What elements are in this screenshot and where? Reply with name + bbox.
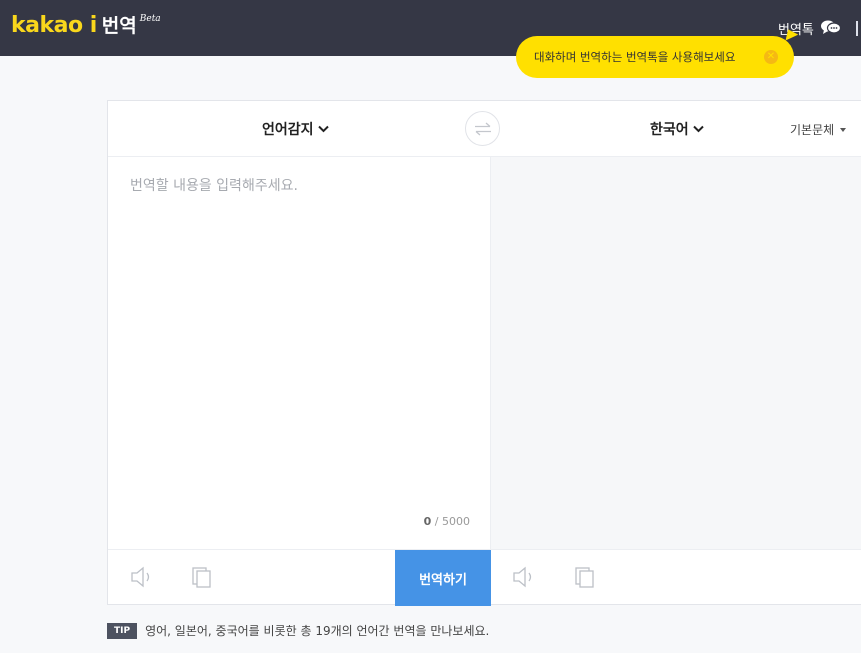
logo-beta: Beta	[139, 14, 161, 24]
logo-service-name: 번역	[101, 15, 137, 37]
target-language-label: 한국어	[650, 122, 689, 138]
chevron-down-icon	[692, 125, 704, 133]
source-pane: 0 / 5000	[108, 157, 490, 549]
logo-kakao: kakao i	[11, 13, 97, 38]
target-language-select[interactable]: 한국어	[650, 119, 704, 139]
swap-languages-button[interactable]	[465, 111, 500, 146]
translate-button[interactable]: 번역하기	[395, 550, 491, 606]
chevron-down-icon	[317, 125, 329, 133]
tip-badge: TIP	[107, 622, 138, 639]
swap-arrows-icon	[474, 122, 491, 135]
char-count: 0	[423, 515, 432, 528]
copy-icon[interactable]	[190, 566, 216, 588]
action-bar: 번역하기	[108, 549, 861, 606]
language-bar: 언어감지 한국어 기본문체	[108, 101, 861, 157]
source-text-input[interactable]	[130, 175, 470, 495]
font-style-label: 기본문체	[790, 123, 835, 137]
char-max: / 5000	[434, 515, 470, 528]
tooltip-text: 대화하며 번역하는 번역톡을 사용해보세요	[534, 50, 736, 64]
char-counter: 0 / 5000	[408, 515, 470, 528]
chat-bubbles-icon	[820, 20, 841, 34]
translate-talk-tooltip[interactable]: 대화하며 번역하는 번역톡을 사용해보세요 ✕	[516, 36, 794, 78]
caret-down-icon	[840, 127, 847, 132]
source-language-label: 언어감지	[262, 122, 314, 138]
close-icon[interactable]: ✕	[764, 50, 778, 64]
source-language-select[interactable]: 언어감지	[262, 119, 329, 139]
target-pane	[490, 157, 861, 549]
tip-text: 영어, 일본어, 중국어를 비롯한 총 19개의 언어간 번역을 만나보세요.	[145, 624, 490, 638]
header-menu-edge[interactable]	[856, 21, 860, 36]
translator-panel: 언어감지 한국어 기본문체 0 / 5000	[107, 100, 861, 606]
copy-icon[interactable]	[573, 566, 599, 588]
speaker-icon[interactable]	[512, 566, 538, 588]
tip-line: TIP 영어, 일본어, 중국어를 비롯한 총 19개의 언어간 번역을 만나보…	[107, 622, 489, 639]
font-style-select[interactable]: 기본문체	[790, 121, 847, 138]
speaker-icon[interactable]	[130, 566, 156, 588]
logo[interactable]: kakao i 번역 Beta	[11, 13, 161, 39]
